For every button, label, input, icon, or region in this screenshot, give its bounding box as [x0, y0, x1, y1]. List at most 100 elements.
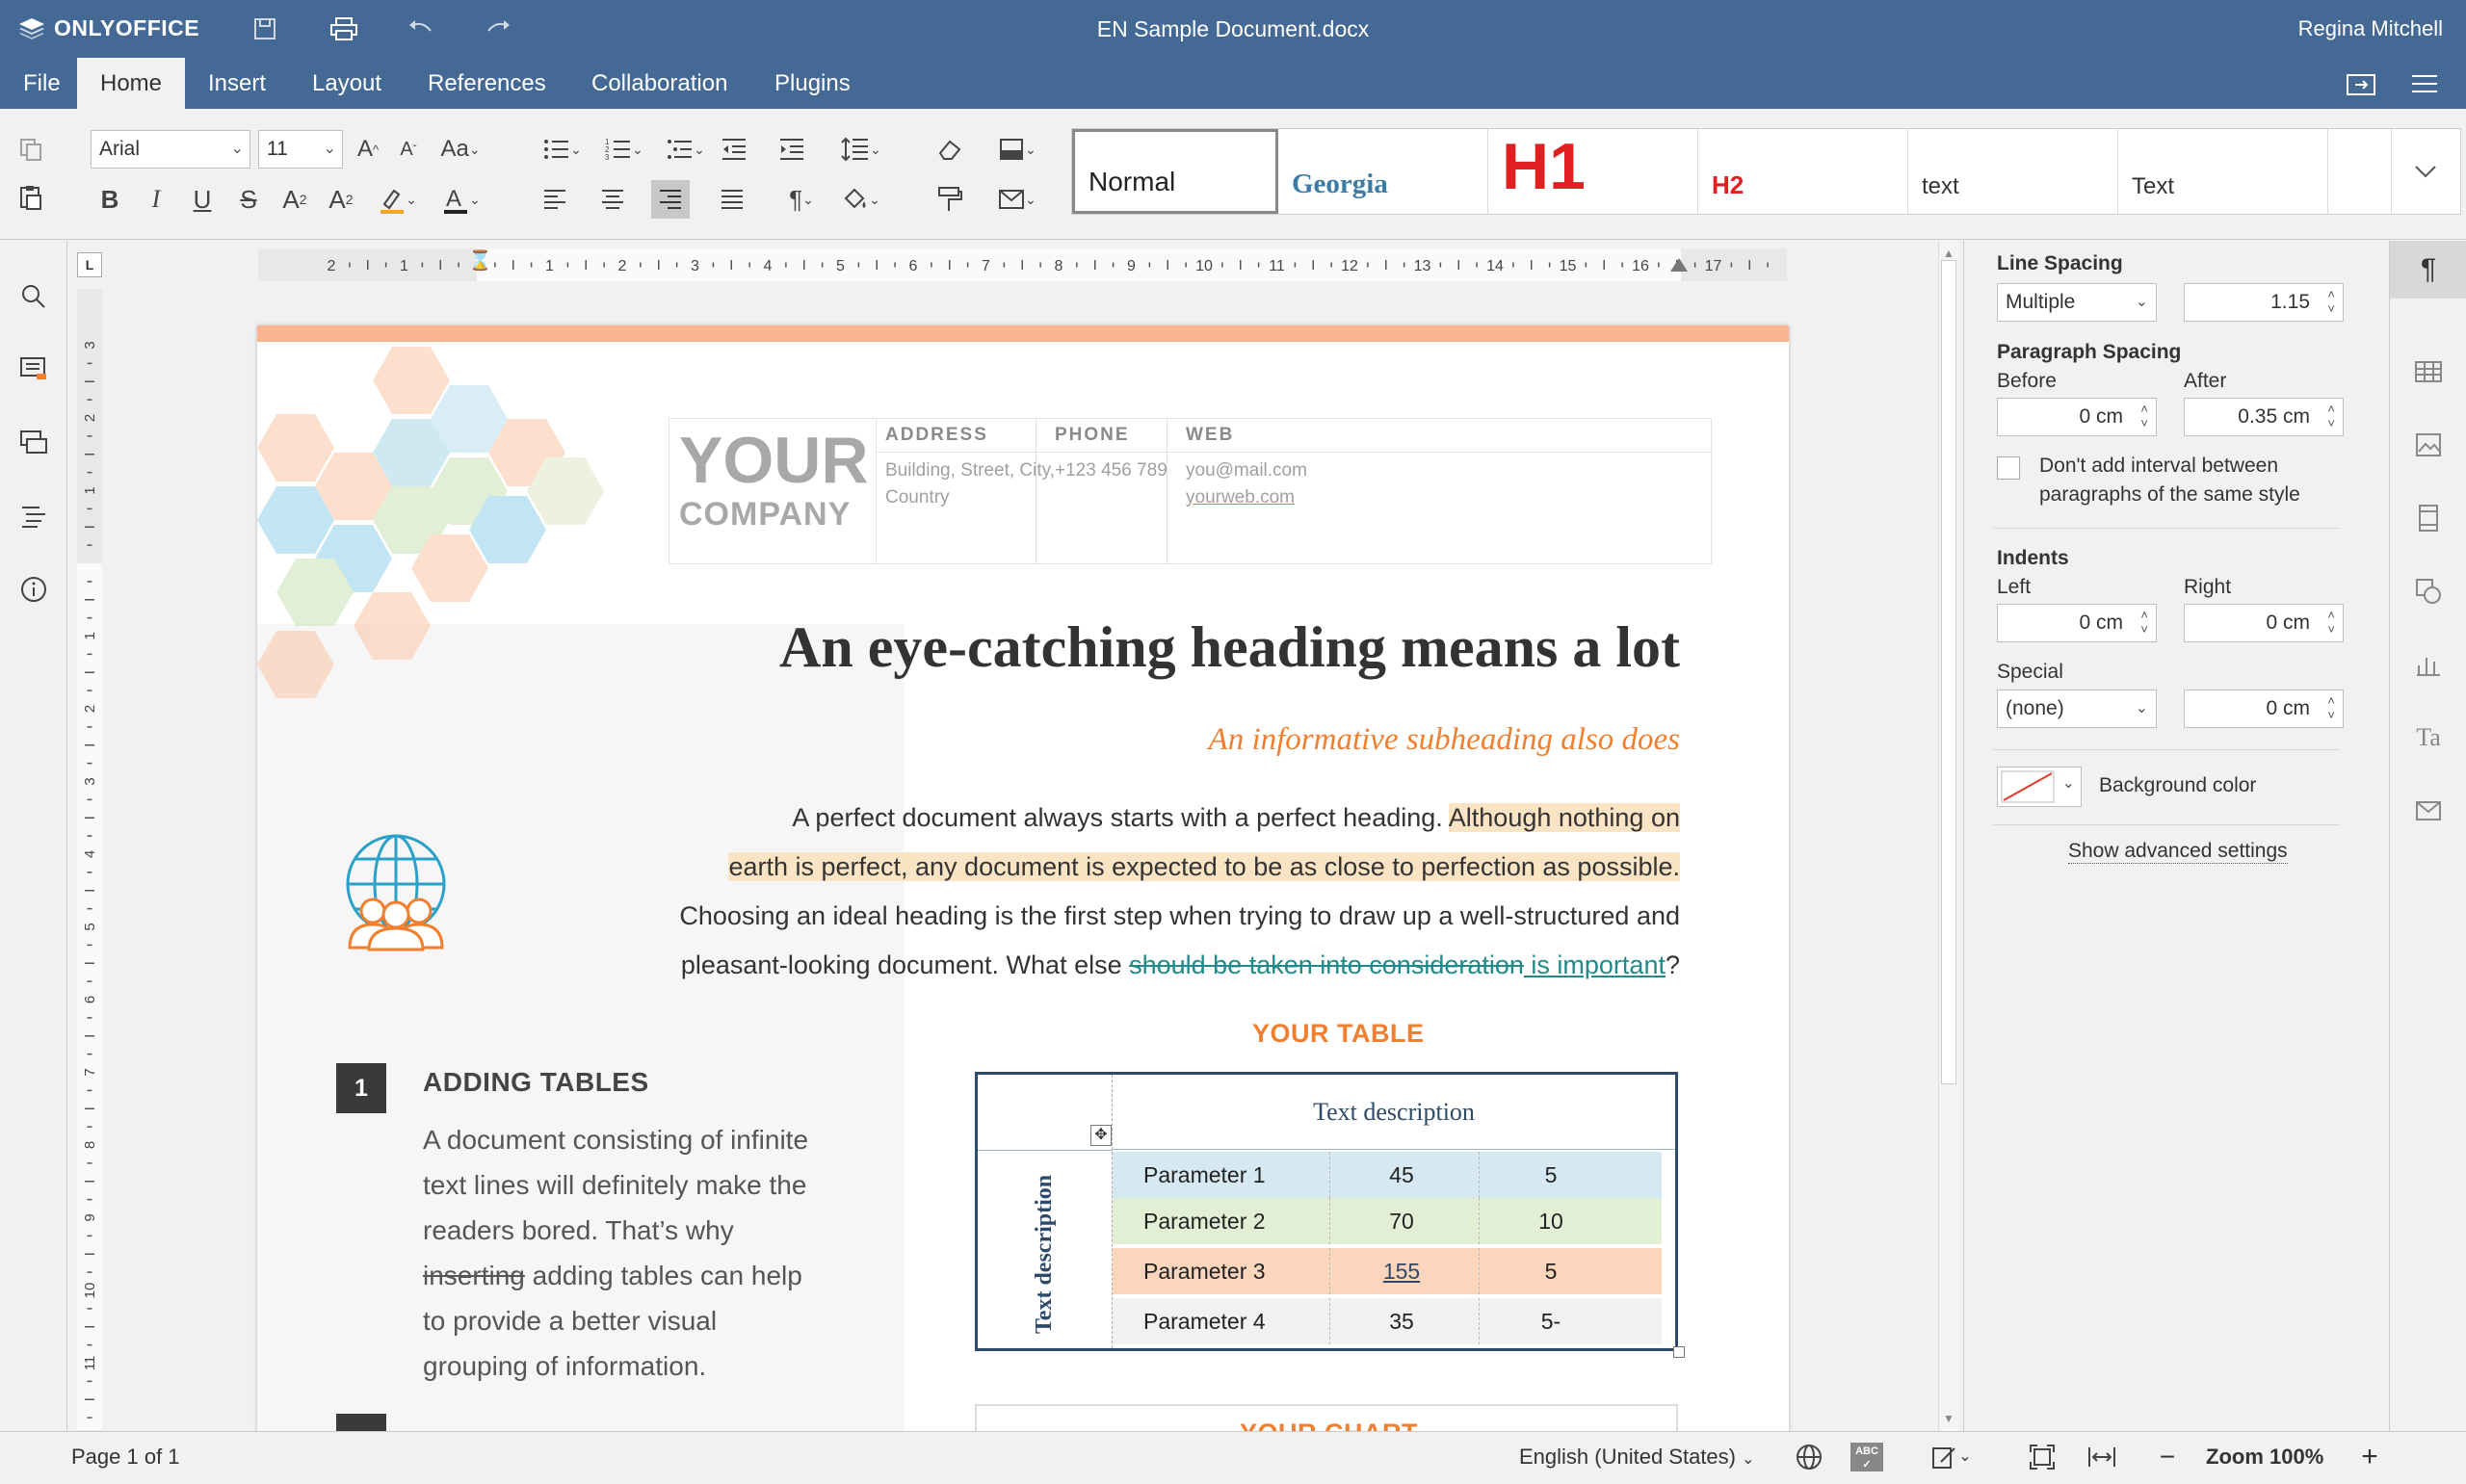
spinner-icon[interactable]: ˄ ˅: [2327, 402, 2335, 430]
font-name-combo[interactable]: Arial ⌄: [91, 130, 250, 169]
table-title[interactable]: YOUR TABLE: [1252, 1019, 1425, 1049]
italic-icon[interactable]: I: [137, 180, 175, 219]
scroll-up-icon[interactable]: ▲: [1943, 247, 1954, 260]
spinner-icon[interactable]: ˄ ˅: [2327, 608, 2335, 637]
bold-icon[interactable]: B: [91, 180, 129, 219]
after-input[interactable]: 0.35 cm ˄ ˅: [2184, 398, 2344, 436]
section-line[interactable]: text lines will definitely make the: [423, 1162, 806, 1208]
no-interval-checkbox[interactable]: [1997, 456, 2020, 480]
vertical-ruler[interactable]: 3 2 1 1 2 3 4 5 6 7 8 9 10 11: [77, 289, 102, 1431]
strikethrough-icon[interactable]: S: [229, 180, 268, 219]
section-line[interactable]: A document consisting of infinite: [423, 1117, 808, 1162]
paragraph-settings-icon[interactable]: ¶: [2390, 241, 2466, 299]
spinner-icon[interactable]: ˄ ˅: [2327, 693, 2335, 722]
document-heading[interactable]: An eye-catching heading means a lot: [779, 614, 1680, 681]
zoom-out-icon[interactable]: −: [2148, 1432, 2187, 1481]
section-line[interactable]: readers bored. That’s why: [423, 1208, 734, 1253]
scrollbar-thumb[interactable]: [1941, 260, 1956, 1084]
align-center-icon[interactable]: [593, 180, 632, 219]
line-spacing-type-select[interactable]: Multiple ⌄: [1997, 283, 2157, 322]
color-scheme-icon[interactable]: ⌄: [990, 130, 1044, 169]
copy-icon[interactable]: [12, 130, 50, 169]
section-title[interactable]: ADDING TABLES: [423, 1067, 649, 1098]
mail-merge-icon[interactable]: ⌄: [990, 180, 1044, 219]
before-input[interactable]: 0 cm ˄ ˅: [1997, 398, 2157, 436]
change-case-icon[interactable]: Aa ⌄: [432, 130, 489, 169]
image-settings-icon[interactable]: [2409, 426, 2448, 464]
vertical-scrollbar[interactable]: ▲ ▼: [1938, 241, 1959, 1431]
navigation-icon[interactable]: [14, 497, 53, 535]
table-row[interactable]: Parameter 4 35 5-: [1113, 1298, 1662, 1344]
special-indent-input[interactable]: 0 cm ˄ ˅: [2184, 690, 2344, 728]
table-row[interactable]: Parameter 3 155 5: [1113, 1248, 1662, 1294]
style-text[interactable]: Text: [2118, 129, 2328, 214]
copy-style-icon[interactable]: [931, 180, 969, 219]
user-name[interactable]: Regina Mitchell: [2298, 16, 2443, 41]
comments-icon[interactable]: [14, 351, 53, 389]
shading-icon[interactable]: ⌄: [834, 180, 888, 219]
special-indent-select[interactable]: (none) ⌄: [1997, 690, 2157, 728]
style-h1[interactable]: H1: [1488, 129, 1698, 214]
chart-settings-icon[interactable]: [2409, 645, 2448, 684]
page-indicator[interactable]: Page 1 of 1: [71, 1432, 180, 1481]
document-canvas[interactable]: YOUR COMPANY ADDRESS PHONE WEB Building,…: [108, 241, 1954, 1431]
table-row[interactable]: Parameter 1 45 5: [1113, 1152, 1662, 1198]
scroll-down-icon[interactable]: ▼: [1943, 1412, 1954, 1425]
document-subheading[interactable]: An informative subheading also does: [1209, 722, 1680, 758]
bullet-list-icon[interactable]: ⌄: [536, 130, 590, 169]
subscript-icon[interactable]: A2: [322, 180, 360, 219]
globe-icon[interactable]: [1790, 1432, 1828, 1481]
style-normal[interactable]: Normal: [1072, 129, 1278, 214]
line-spacing-value-input[interactable]: 1.15 ˄ ˅: [2184, 283, 2344, 322]
tab-home[interactable]: Home: [77, 58, 186, 109]
search-icon[interactable]: [14, 277, 53, 316]
clear-style-icon[interactable]: [931, 130, 969, 169]
increase-font-icon[interactable]: A ^: [349, 130, 387, 169]
tab-selector[interactable]: L: [77, 252, 102, 277]
tab-layout[interactable]: Layout: [289, 58, 405, 109]
spinner-icon[interactable]: ˄ ˅: [2140, 608, 2148, 637]
tab-file[interactable]: File: [0, 58, 84, 109]
section-line[interactable]: grouping of information.: [423, 1343, 706, 1389]
open-location-icon[interactable]: [2345, 69, 2377, 98]
show-advanced-settings-link[interactable]: Show advanced settings: [2068, 840, 2288, 864]
horizontal-ruler[interactable]: 2 1 1 2 3 4 5 6 7 8 9 10 11 12 13 14 15 16 17 ⌛: [258, 248, 1787, 281]
table-side-description-cell[interactable]: Text description: [978, 1150, 1113, 1348]
left-indent-marker[interactable]: ⌛: [468, 248, 492, 273]
right-indent-input[interactable]: 0 cm ˄ ˅: [2184, 604, 2344, 642]
tab-references[interactable]: References: [405, 58, 569, 109]
tab-plugins[interactable]: Plugins: [751, 58, 874, 109]
styles-expand-icon[interactable]: [2392, 129, 2459, 214]
justify-icon[interactable]: [713, 180, 751, 219]
text-art-icon[interactable]: Ta: [2409, 718, 2448, 757]
hamburger-menu-icon[interactable]: [2408, 69, 2441, 98]
decrease-font-icon[interactable]: Aˇ: [389, 130, 428, 169]
style-empty[interactable]: [2328, 129, 2392, 214]
chat-icon[interactable]: [14, 424, 53, 462]
background-color-picker[interactable]: ⌄: [1997, 767, 2082, 807]
section-line[interactable]: inserting adding tables can help: [423, 1253, 802, 1298]
zoom-in-icon[interactable]: +: [2350, 1432, 2389, 1481]
section-line[interactable]: to provide a better visual: [423, 1298, 717, 1343]
data-table[interactable]: Text description ✥ Text description Para…: [975, 1072, 1685, 1358]
right-indent-marker[interactable]: [1670, 258, 1688, 272]
header-footer-icon[interactable]: [2409, 499, 2448, 537]
decrease-indent-icon[interactable]: [715, 130, 753, 169]
track-changes-icon[interactable]: ⌄: [1925, 1432, 1979, 1481]
paste-icon[interactable]: [12, 178, 50, 217]
spellcheck-icon[interactable]: ABC ✓: [1848, 1432, 1886, 1481]
web-link[interactable]: yourweb.com: [1186, 484, 1295, 511]
line-spacing-icon[interactable]: ⌄: [832, 130, 890, 169]
body-line-2[interactable]: earth is perfect, any document is expect…: [728, 845, 1680, 889]
fit-page-icon[interactable]: [2023, 1432, 2061, 1481]
align-right-icon[interactable]: [651, 180, 690, 219]
document-page[interactable]: YOUR COMPANY ADDRESS PHONE WEB Building,…: [257, 325, 1789, 1431]
table-top-description[interactable]: Text description: [1113, 1075, 1675, 1150]
body-line-3[interactable]: Choosing an ideal heading is the first s…: [679, 894, 1680, 938]
highlight-color-icon[interactable]: ⌄: [370, 180, 424, 219]
about-icon[interactable]: [14, 570, 53, 609]
align-left-icon[interactable]: [536, 180, 574, 219]
shape-settings-icon[interactable]: [2409, 572, 2448, 611]
chart-title[interactable]: YOUR CHART: [1240, 1419, 1418, 1431]
font-size-combo[interactable]: 11 ⌄: [258, 130, 343, 169]
